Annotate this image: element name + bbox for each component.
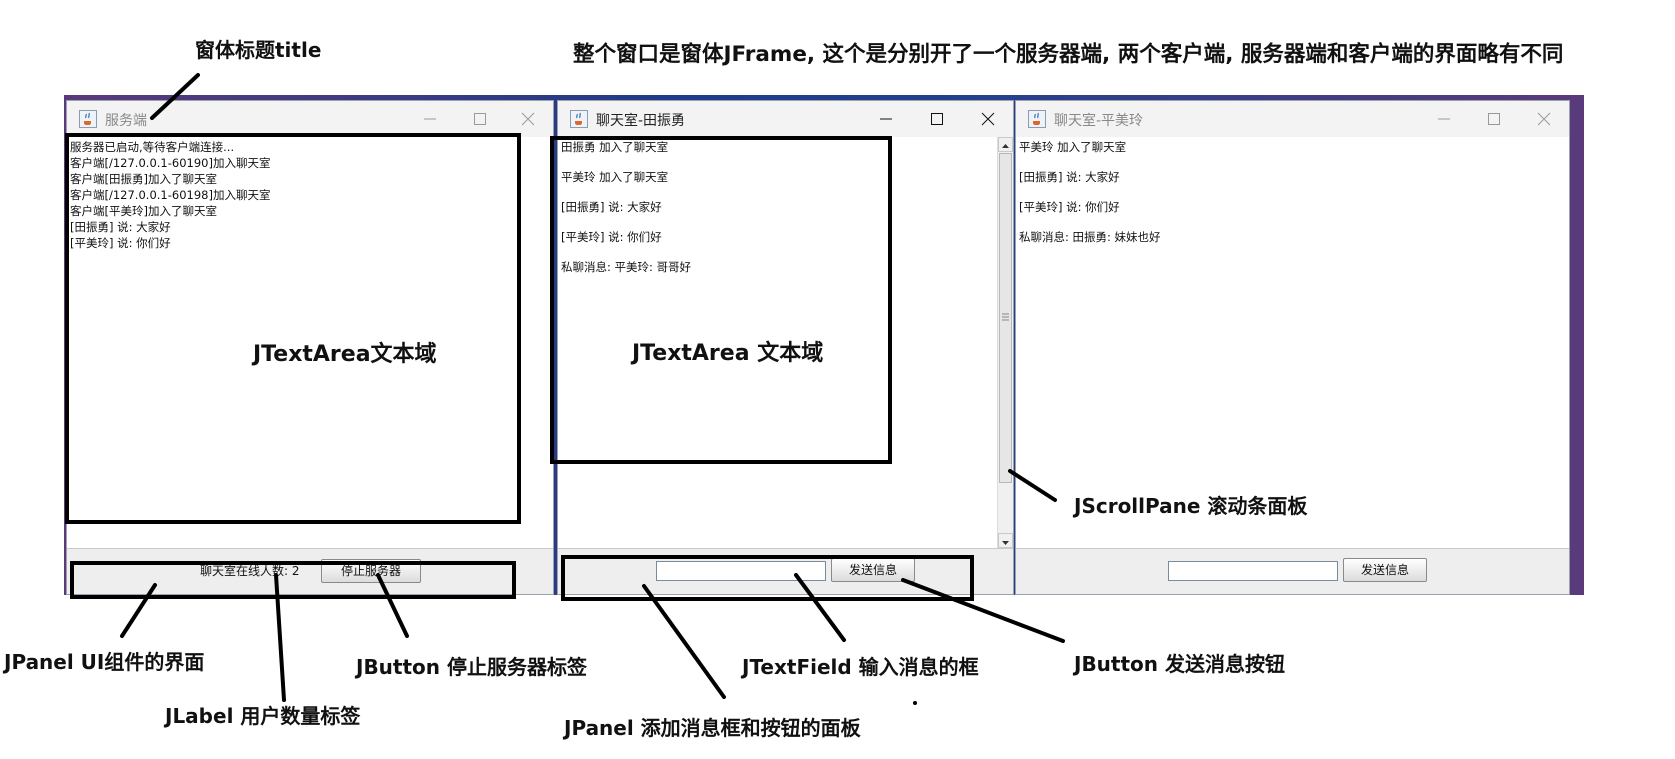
- annotation-jbutton-send: JButton 发送消息按钮: [1074, 652, 1285, 676]
- stray-dot: [913, 701, 917, 705]
- annotation-jpanel-message: JPanel 添加消息框和按钮的面板: [564, 716, 861, 740]
- annotation-lines: [120, 73, 1065, 705]
- annotation-textarea-server: JTextArea文本域: [253, 342, 437, 367]
- annotation-jbutton-stop: JButton 停止服务器标签: [356, 655, 587, 679]
- annotation-jtextfield: JTextField 输入消息的框: [742, 655, 979, 679]
- annotation-jpanel-ui: JPanel UI组件的界面: [4, 650, 205, 674]
- annotation-scrollpane: JScrollPane 滚动条面板: [1074, 494, 1308, 518]
- annotation-window-title: 窗体标题title: [195, 38, 322, 62]
- annotation-jlabel-count: JLabel 用户数量标签: [165, 704, 361, 728]
- annotation-textarea-client: JTextArea 文本域: [632, 341, 824, 366]
- annotation-overview: 整个窗口是窗体JFrame, 这个是分别开了一个服务器端, 两个客户端, 服务器…: [573, 42, 1564, 67]
